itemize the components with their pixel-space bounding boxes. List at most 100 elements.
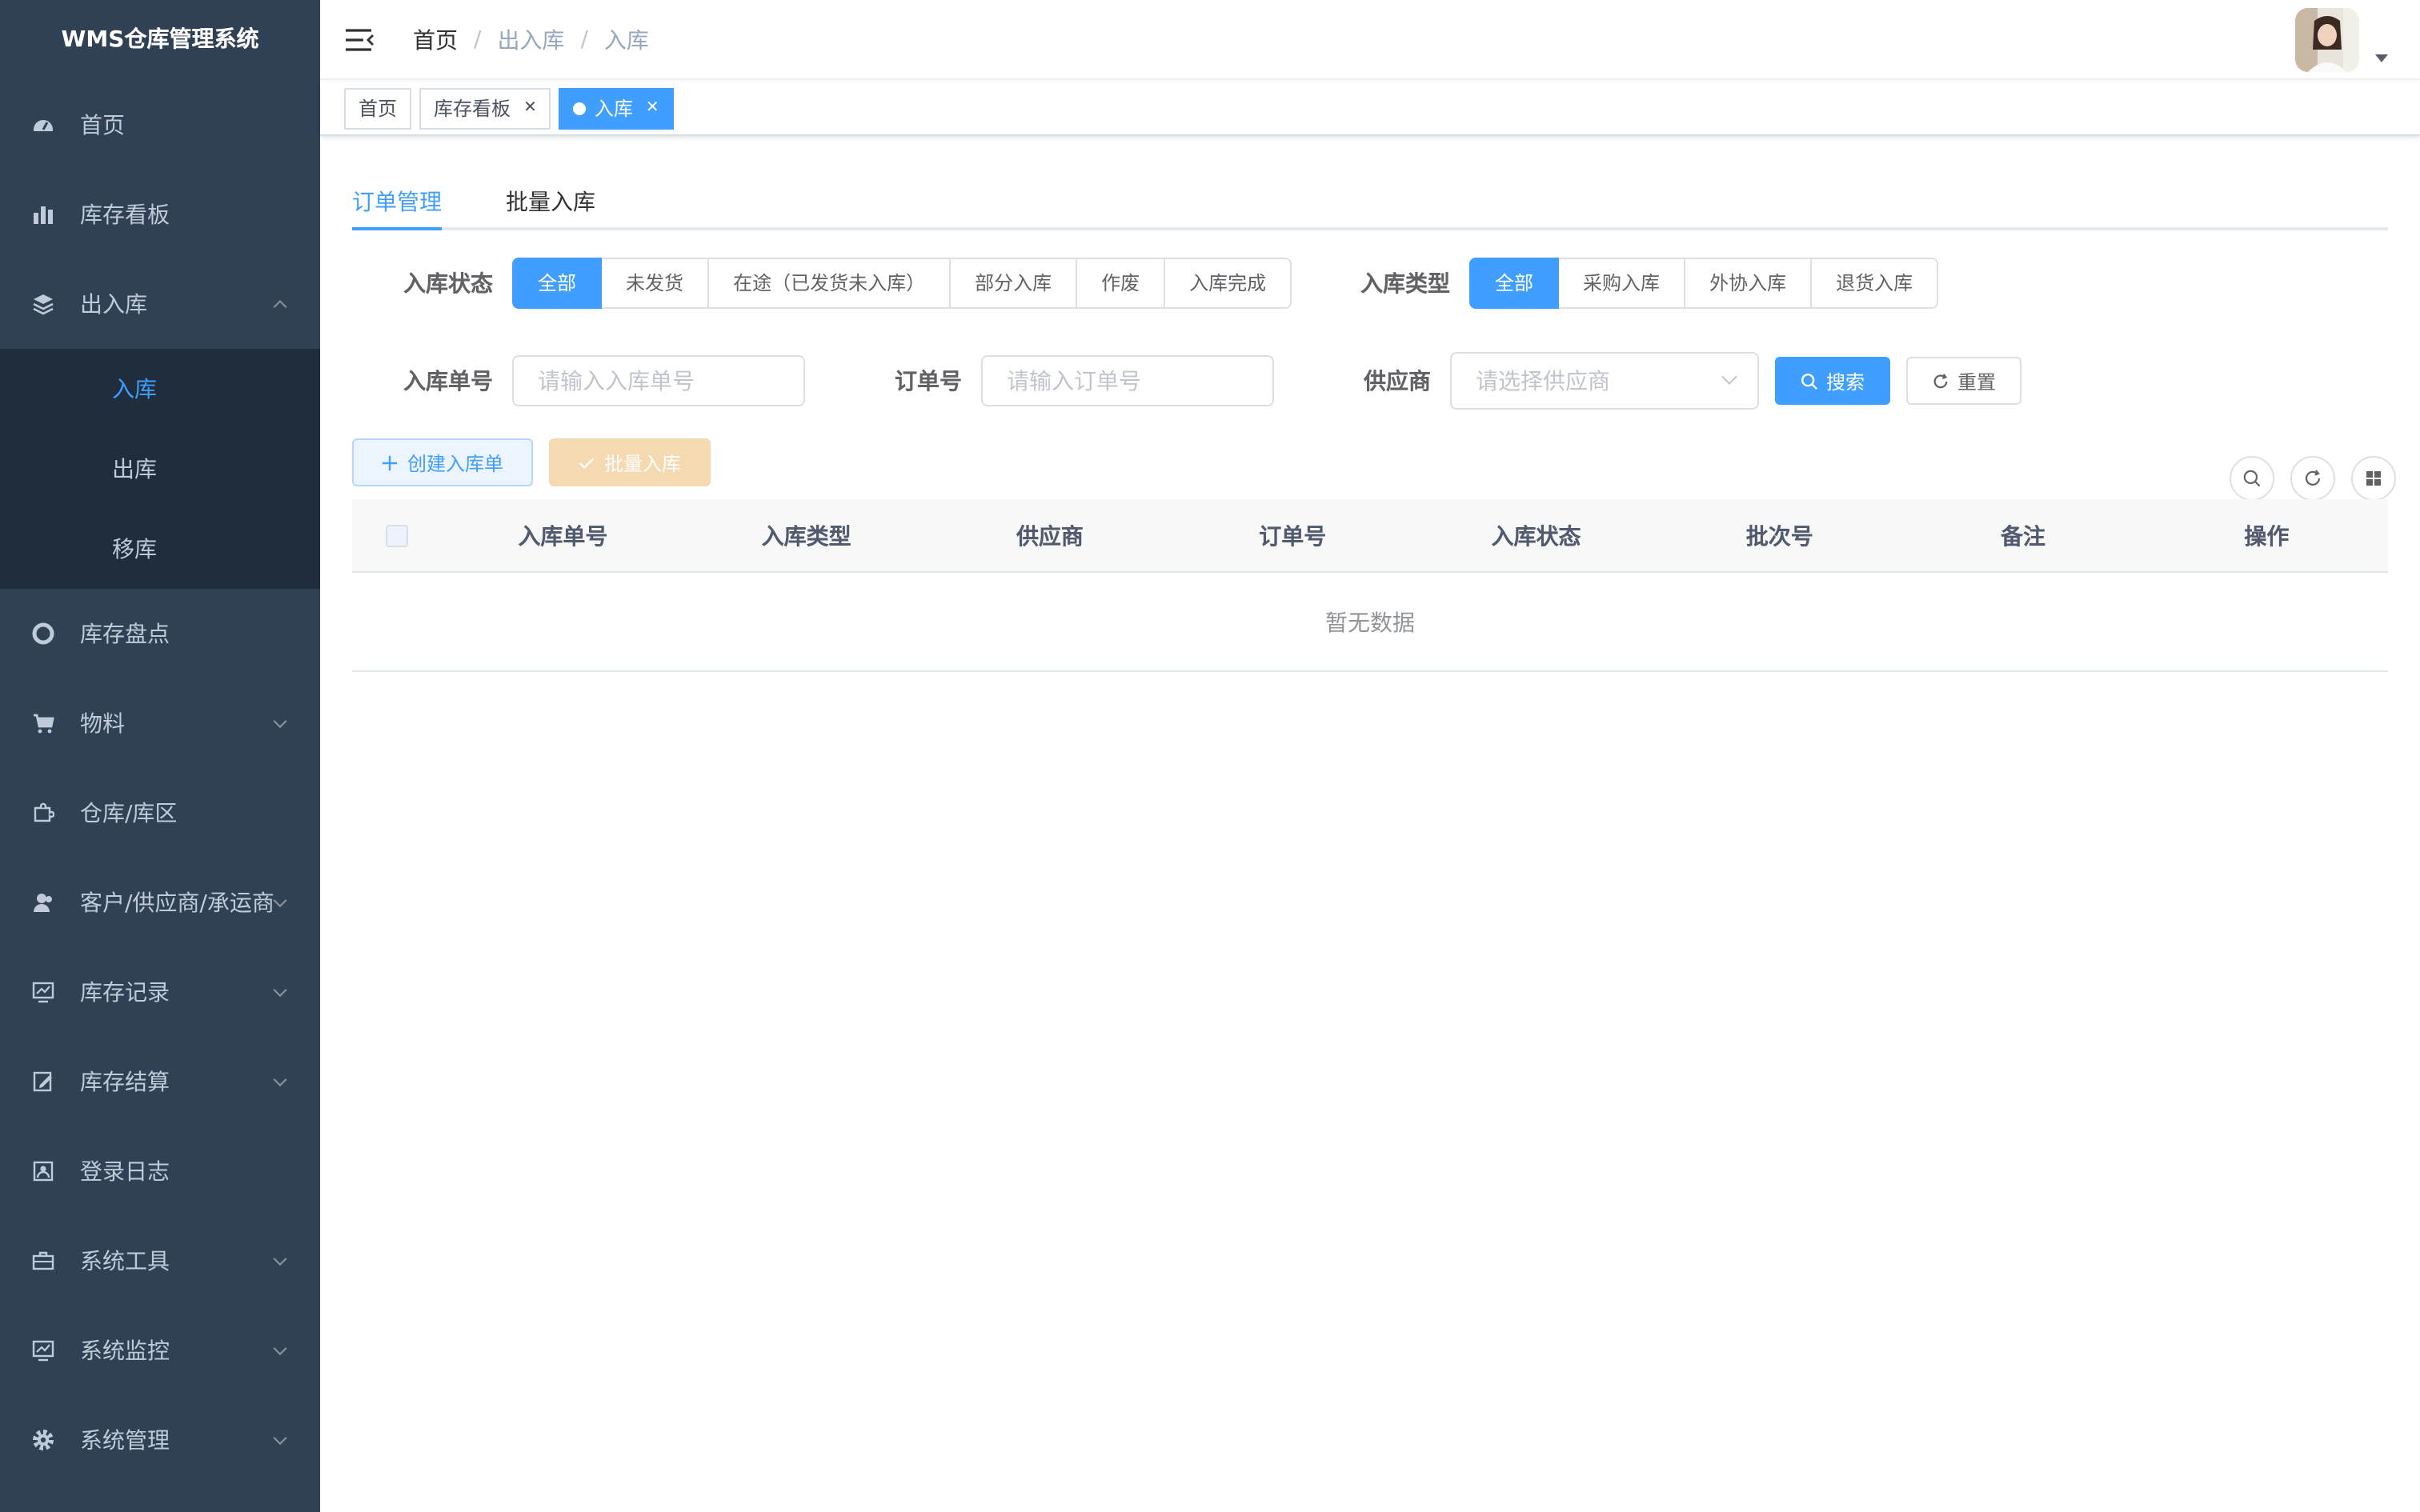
reset-button[interactable]: 重置 [1906,357,2022,405]
breadcrumb: 首页 / 出入库 / 入库 [413,0,649,80]
table-header: 入库单号 入库类型 供应商 订单号 入库状态 批次号 备注 操作 [352,499,2388,573]
column-header: 供应商 [1016,524,1084,550]
sidebar-subitem-inbound[interactable]: 入库 [0,349,320,429]
table-header-checkbox-cell [352,524,442,546]
column-header: 入库单号 [518,524,608,550]
sidebar-item-label: 登录日志 [80,1160,170,1186]
table-toolbar: 创建入库单 批量入库 [352,438,711,486]
sidebar-item-inventory-records[interactable]: 库存记录 [0,947,320,1037]
tab-active-bar [352,227,442,230]
tag-home[interactable]: 首页 [344,87,412,129]
sidebar-item-system-tools[interactable]: 系统工具 [0,1216,320,1306]
sidebar-item-label: 库存记录 [80,981,170,1006]
monitor-icon [32,1339,54,1362]
receipt-no-input[interactable]: 请输入入库单号 [512,355,805,406]
search-icon [2243,470,2261,487]
status-option-all[interactable]: 全部 [512,258,603,309]
status-option-not-shipped[interactable]: 未发货 [602,258,710,309]
type-option-purchase[interactable]: 采购入库 [1559,258,1686,309]
sidebar-item-home[interactable]: 首页 [0,80,320,170]
dashboard-icon [32,114,54,136]
batch-inbound-button[interactable]: 批量入库 [549,438,711,486]
order-no-input[interactable]: 请输入订单号 [981,355,1274,406]
search-button[interactable]: 搜索 [1775,357,1891,405]
type-option-outsourcing[interactable]: 外协入库 [1685,258,1813,309]
tag-label: 入库 [594,98,633,120]
close-icon[interactable]: ✕ [523,99,537,117]
inbound-table: 入库单号 入库类型 供应商 订单号 入库状态 批次号 备注 操作 暂无数据 [352,499,2388,672]
type-label: 入库类型 [1360,272,1450,298]
tag-inbound[interactable]: 入库 ✕ [559,87,674,129]
sidebar-item-label: 物料 [80,712,125,738]
navbar: 首页 / 出入库 / 入库 [320,0,2420,80]
tabs-divider [352,227,2388,230]
supplier-select[interactable]: 请选择供应商 [1450,352,1759,410]
tag-inventory-board[interactable]: 库存看板 ✕ [419,87,551,129]
bar-chart-icon [32,203,54,226]
search-icon [1801,373,1818,390]
create-receipt-label: 创建入库单 [407,452,503,474]
type-option-return[interactable]: 退货入库 [1812,258,1939,309]
sidebar-item-in-out[interactable]: 出入库 [0,259,320,349]
monitor-chart-icon [32,981,54,1003]
sidebar-item-label: 出入库 [80,293,147,318]
sidebar-item-system-monitor[interactable]: 系统监控 [0,1306,320,1395]
sidebar-item-label: 系统监控 [80,1339,170,1365]
refresh-icon [1933,373,1948,388]
main-content: 订单管理 批量入库 入库状态 全部 未发货 在途（已发货未入库） 部分入库 作废… [352,138,2396,672]
status-filter: 入库状态 全部 未发货 在途（已发货未入库） 部分入库 作废 入库完成 [403,258,1292,309]
status-option-void[interactable]: 作废 [1077,258,1166,309]
status-option-complete[interactable]: 入库完成 [1165,258,1292,309]
tab-batch-inbound[interactable]: 批量入库 [506,186,595,218]
reset-button-label: 重置 [1957,370,1997,393]
avatar[interactable] [2295,8,2359,72]
sidebar-subitem-transfer[interactable]: 移库 [0,509,320,589]
type-filter: 入库类型 全部 采购入库 外协入库 退货入库 [1360,258,1939,309]
chevron-up-icon [273,300,287,314]
sidebar-item-partners[interactable]: 客户/供应商/承运商 [0,858,320,947]
app-title: WMS仓库管理系统 [61,27,259,53]
refresh-button[interactable] [2290,456,2335,501]
chevron-down-icon [1721,369,1737,385]
sidebar-item-inventory-board[interactable]: 库存看板 [0,170,320,259]
sidebar-item-label: 首页 [80,114,125,139]
caret-down-icon[interactable] [2375,54,2388,62]
sidebar-item-materials[interactable]: 物料 [0,678,320,768]
columns-button[interactable] [2351,456,2396,501]
type-option-all[interactable]: 全部 [1469,258,1560,309]
sidebar-item-label: 库存盘点 [80,622,170,648]
refresh-icon [2305,470,2321,486]
create-receipt-button[interactable]: 创建入库单 [352,438,533,486]
tag-label: 首页 [359,98,398,120]
breadcrumb-item: 出入库 [497,29,565,54]
breadcrumb-item[interactable]: 首页 [413,24,458,56]
status-option-in-transit[interactable]: 在途（已发货未入库） [709,258,952,309]
close-icon[interactable]: ✕ [646,99,659,117]
status-option-partial[interactable]: 部分入库 [951,258,1078,309]
type-radio-group: 全部 采购入库 外协入库 退货入库 [1469,258,1939,309]
status-radio-group: 全部 未发货 在途（已发货未入库） 部分入库 作废 入库完成 [512,258,1292,309]
breadcrumb-separator: / [474,27,482,53]
order-no-placeholder: 请输入订单号 [1007,370,1141,395]
supplier-placeholder: 请选择供应商 [1476,370,1610,395]
status-label: 入库状态 [403,272,493,298]
sidebar-item-label: 库存看板 [80,203,170,229]
tab-order-management[interactable]: 订单管理 [352,186,442,218]
select-all-checkbox[interactable] [385,524,408,546]
supplier-label: 供应商 [1364,370,1431,395]
chevron-down-icon [273,983,287,998]
sidebar-item-settlement[interactable]: 库存结算 [0,1037,320,1126]
sidebar-item-login-log[interactable]: 登录日志 [0,1126,320,1216]
gear-icon [32,1429,54,1451]
sidebar-subitem-outbound[interactable]: 出库 [0,429,320,509]
sidebar-item-system-admin[interactable]: 系统管理 [0,1395,320,1485]
sidebar-item-label: 系统管理 [80,1429,170,1454]
sidebar-item-stocktaking[interactable]: 库存盘点 [0,589,320,678]
hamburger-icon[interactable] [346,27,375,53]
sidebar-item-warehouse[interactable]: 仓库/库区 [0,768,320,858]
check-icon [579,457,595,469]
batch-inbound-label: 批量入库 [603,452,681,474]
column-header: 入库状态 [1491,524,1581,550]
order-no-label: 订单号 [895,370,962,395]
toggle-search-button[interactable] [2230,456,2274,501]
